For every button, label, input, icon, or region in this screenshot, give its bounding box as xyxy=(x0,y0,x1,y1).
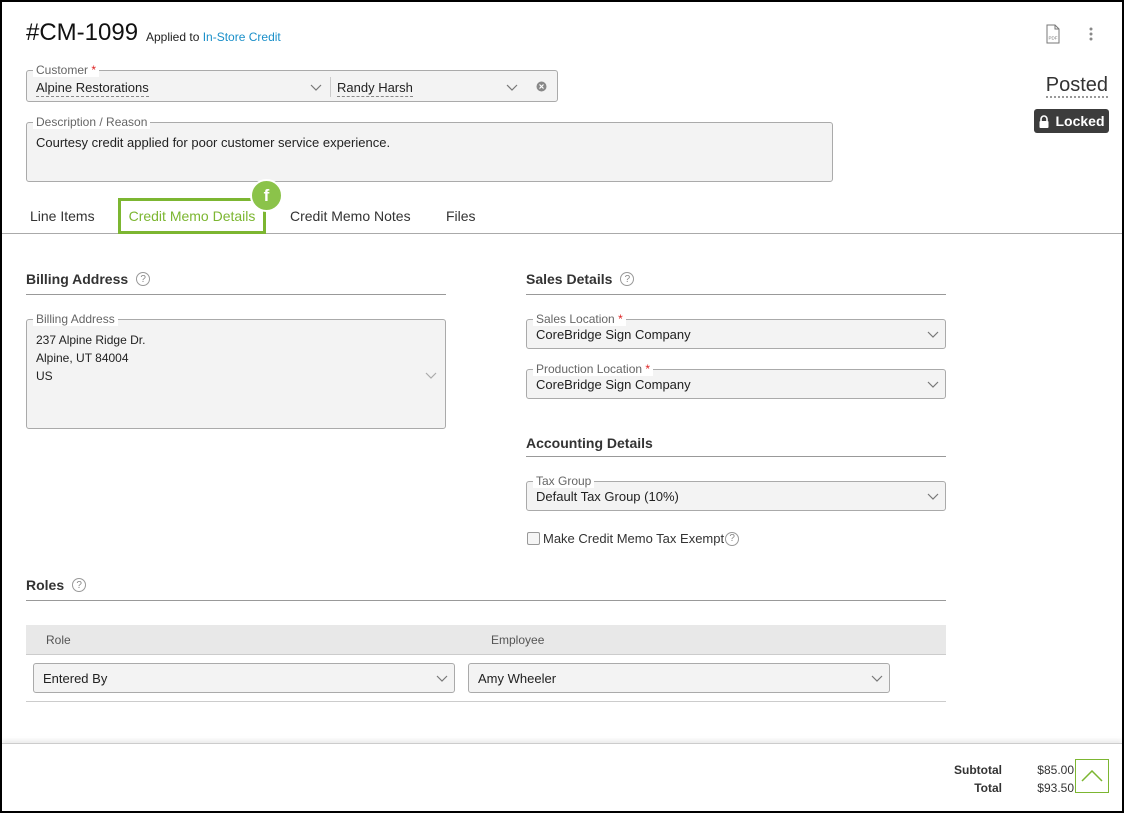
credit-memo-window: #CM-1099 Applied to In-Store Credit PDF … xyxy=(2,2,1122,811)
tab-credit-memo-notes[interactable]: Credit Memo Notes xyxy=(290,208,411,224)
production-location-select[interactable]: Production Location * CoreBridge Sign Co… xyxy=(526,362,946,399)
help-icon[interactable]: ? xyxy=(72,578,87,592)
tax-group-select[interactable]: Tax Group Default Tax Group (10%) xyxy=(526,474,946,511)
production-location-value: CoreBridge Sign Company xyxy=(536,377,691,392)
roles-heading: Roles ? xyxy=(26,577,87,593)
sales-location-select[interactable]: Sales Location * CoreBridge Sign Company xyxy=(526,312,946,349)
tax-exempt-checkbox[interactable] xyxy=(527,532,540,545)
subtotal-label: Subtotal xyxy=(954,763,1002,777)
roles-table-header: Role Employee xyxy=(26,625,946,655)
locked-label: Locked xyxy=(1055,113,1105,129)
chevron-down-icon xyxy=(310,84,322,91)
page-title: #CM-1099 xyxy=(26,19,139,46)
customer-contact-value: Randy Harsh xyxy=(337,80,413,97)
scroll-to-top-button[interactable] xyxy=(1075,759,1109,793)
billing-address-value: 237 Alpine Ridge Dr. Alpine, UT 84004 US xyxy=(36,333,146,383)
chevron-down-icon xyxy=(927,331,939,338)
help-icon[interactable]: ? xyxy=(136,272,151,286)
col-employee: Employee xyxy=(491,633,545,647)
help-icon[interactable]: ? xyxy=(725,531,740,546)
customer-contact-select[interactable]: Randy Harsh xyxy=(337,80,413,97)
billing-address-heading: Billing Address ? xyxy=(26,271,151,287)
production-location-legend: Production Location * xyxy=(533,362,654,376)
chevron-down-icon xyxy=(436,675,448,682)
tax-exempt-label: Make Credit Memo Tax Exempt ? xyxy=(543,531,740,546)
chevron-down-icon xyxy=(871,675,883,682)
tab-files[interactable]: Files xyxy=(446,208,476,224)
description-legend: Description / Reason xyxy=(33,115,151,129)
totals-footer: Subtotal $85.00 Total $93.50 xyxy=(2,743,1122,811)
chevron-down-icon xyxy=(506,84,518,91)
applied-prefix: Applied to xyxy=(146,30,200,44)
pdf-icon-text: PDF xyxy=(1049,36,1058,41)
tab-credit-memo-details[interactable]: Credit Memo Details xyxy=(118,198,266,234)
billing-address-legend: Billing Address xyxy=(33,312,118,326)
subtotal-value: $85.00 xyxy=(1037,763,1074,777)
callout-badge: f xyxy=(250,179,283,212)
locked-badge: Locked xyxy=(1034,109,1109,133)
role-select[interactable]: Entered By xyxy=(33,663,455,693)
accounting-details-heading: Accounting Details xyxy=(526,435,653,451)
customer-company-value: Alpine Restorations xyxy=(36,80,149,97)
in-store-credit-link[interactable]: In-Store Credit xyxy=(203,30,281,44)
sales-location-legend: Sales Location * xyxy=(533,312,626,326)
billing-address-field[interactable]: Billing Address 237 Alpine Ridge Dr. Alp… xyxy=(26,312,446,429)
chevron-down-icon xyxy=(425,372,437,379)
sales-location-value: CoreBridge Sign Company xyxy=(536,327,691,342)
status-label: Posted xyxy=(1045,74,1108,98)
tax-group-legend: Tax Group xyxy=(533,474,595,488)
employee-select[interactable]: Amy Wheeler xyxy=(468,663,890,693)
customer-legend: Customer * xyxy=(33,63,100,77)
customer-field: Customer * Alpine Restorations Randy Har… xyxy=(26,63,558,102)
lock-icon xyxy=(1039,114,1049,128)
employee-value: Amy Wheeler xyxy=(478,671,557,686)
customer-company-select[interactable]: Alpine Restorations xyxy=(36,80,149,97)
chevron-down-icon xyxy=(927,381,939,388)
description-value: Courtesy credit applied for poor custome… xyxy=(36,135,391,150)
col-role: Role xyxy=(46,633,71,647)
total-label: Total xyxy=(974,781,1002,795)
total-value: $93.50 xyxy=(1037,781,1074,795)
applied-to-text: Applied to In-Store Credit xyxy=(146,30,281,44)
chevron-up-icon xyxy=(1081,770,1103,782)
pdf-icon[interactable]: PDF xyxy=(1044,24,1062,44)
tax-group-value: Default Tax Group (10%) xyxy=(536,489,679,504)
clear-icon[interactable] xyxy=(536,81,547,92)
more-options-icon[interactable] xyxy=(1084,24,1098,44)
description-field[interactable]: Description / Reason Courtesy credit app… xyxy=(26,115,833,182)
tab-line-items[interactable]: Line Items xyxy=(30,208,95,224)
sales-details-heading: Sales Details ? xyxy=(526,271,635,287)
role-value: Entered By xyxy=(43,671,108,686)
help-icon[interactable]: ? xyxy=(620,272,635,286)
chevron-down-icon xyxy=(927,493,939,500)
